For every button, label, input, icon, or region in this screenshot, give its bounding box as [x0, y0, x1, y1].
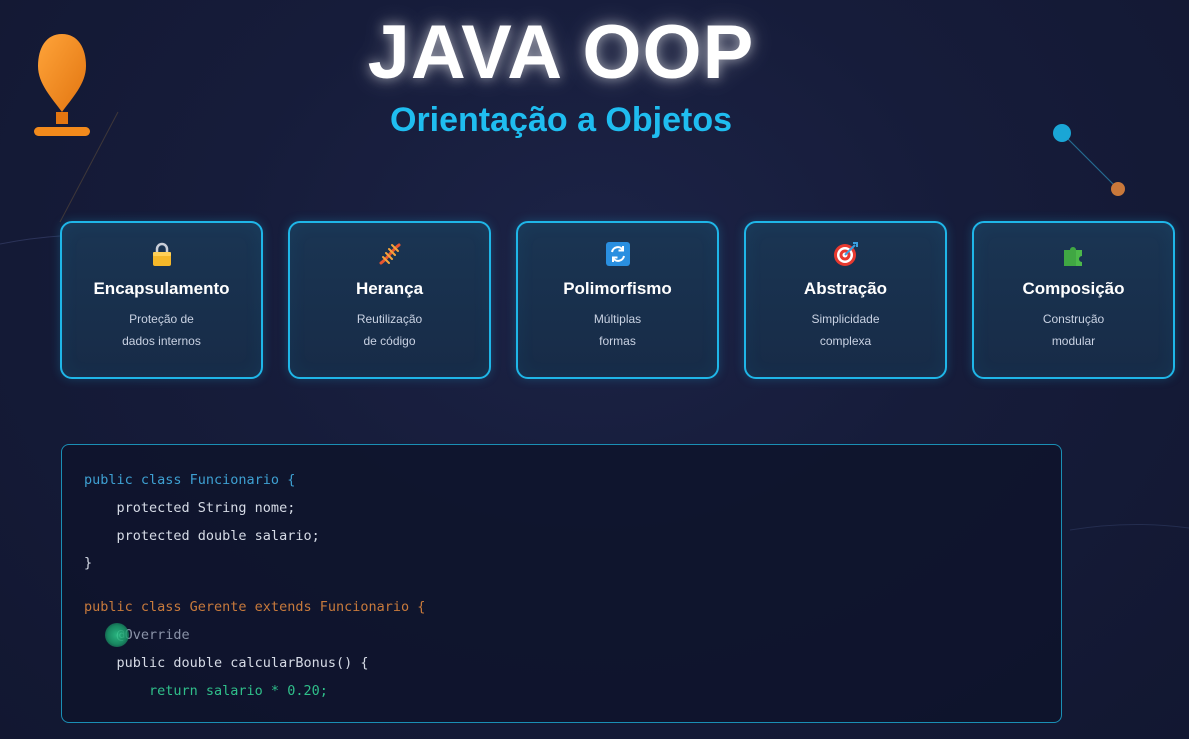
card-description: Múltiplas formas [593, 312, 642, 348]
target-icon [833, 242, 858, 266]
card-encapsulamento[interactable]: Encapsulamento Proteção de dados interno… [60, 221, 263, 379]
card-heranca[interactable]: Herança Reutilização de código [288, 221, 491, 379]
code-line: @Override [84, 626, 190, 643]
refresh-icon [605, 242, 630, 266]
card-title: Abstração [803, 279, 888, 298]
code-line: protected String nome; [84, 499, 296, 516]
code-line: public class Funcionario { [84, 472, 296, 488]
lock-icon [152, 242, 171, 266]
page-subtitle: Orientação a Objetos [390, 101, 732, 139]
code-line: return salario * 0.20; [84, 682, 328, 699]
card-description: Reutilização de código [356, 312, 423, 348]
dna-icon [379, 243, 400, 265]
puzzle-icon [1063, 247, 1082, 266]
card-abstracao[interactable]: Abstração Simplicidade complexa [744, 221, 947, 379]
page-title: JAVA OOP [367, 10, 755, 95]
code-line: protected double salario; [84, 527, 320, 544]
code-line: } [84, 555, 93, 572]
cursor-indicator [105, 623, 129, 647]
card-title: Herança [355, 279, 424, 298]
card-description: Simplicidade complexa [811, 312, 880, 348]
card-composicao[interactable]: Composição Construção modular [972, 221, 1175, 379]
code-block: public class Funcionario { protected Str… [61, 444, 1062, 723]
card-description: Construção modular [1042, 312, 1105, 348]
card-title: Polimorfismo [563, 279, 672, 298]
code-line: public class Gerente extends Funcionario… [84, 599, 426, 616]
card-title: Composição [1022, 279, 1125, 298]
code-line: public double calcularBonus() { [84, 654, 369, 671]
card-title: Encapsulamento [93, 279, 230, 298]
concept-cards: Encapsulamento Proteção de dados interno… [60, 221, 1175, 379]
card-polimorfismo[interactable]: Polimorfismo Múltiplas formas [516, 221, 719, 379]
card-description: Proteção de dados internos [122, 312, 201, 348]
